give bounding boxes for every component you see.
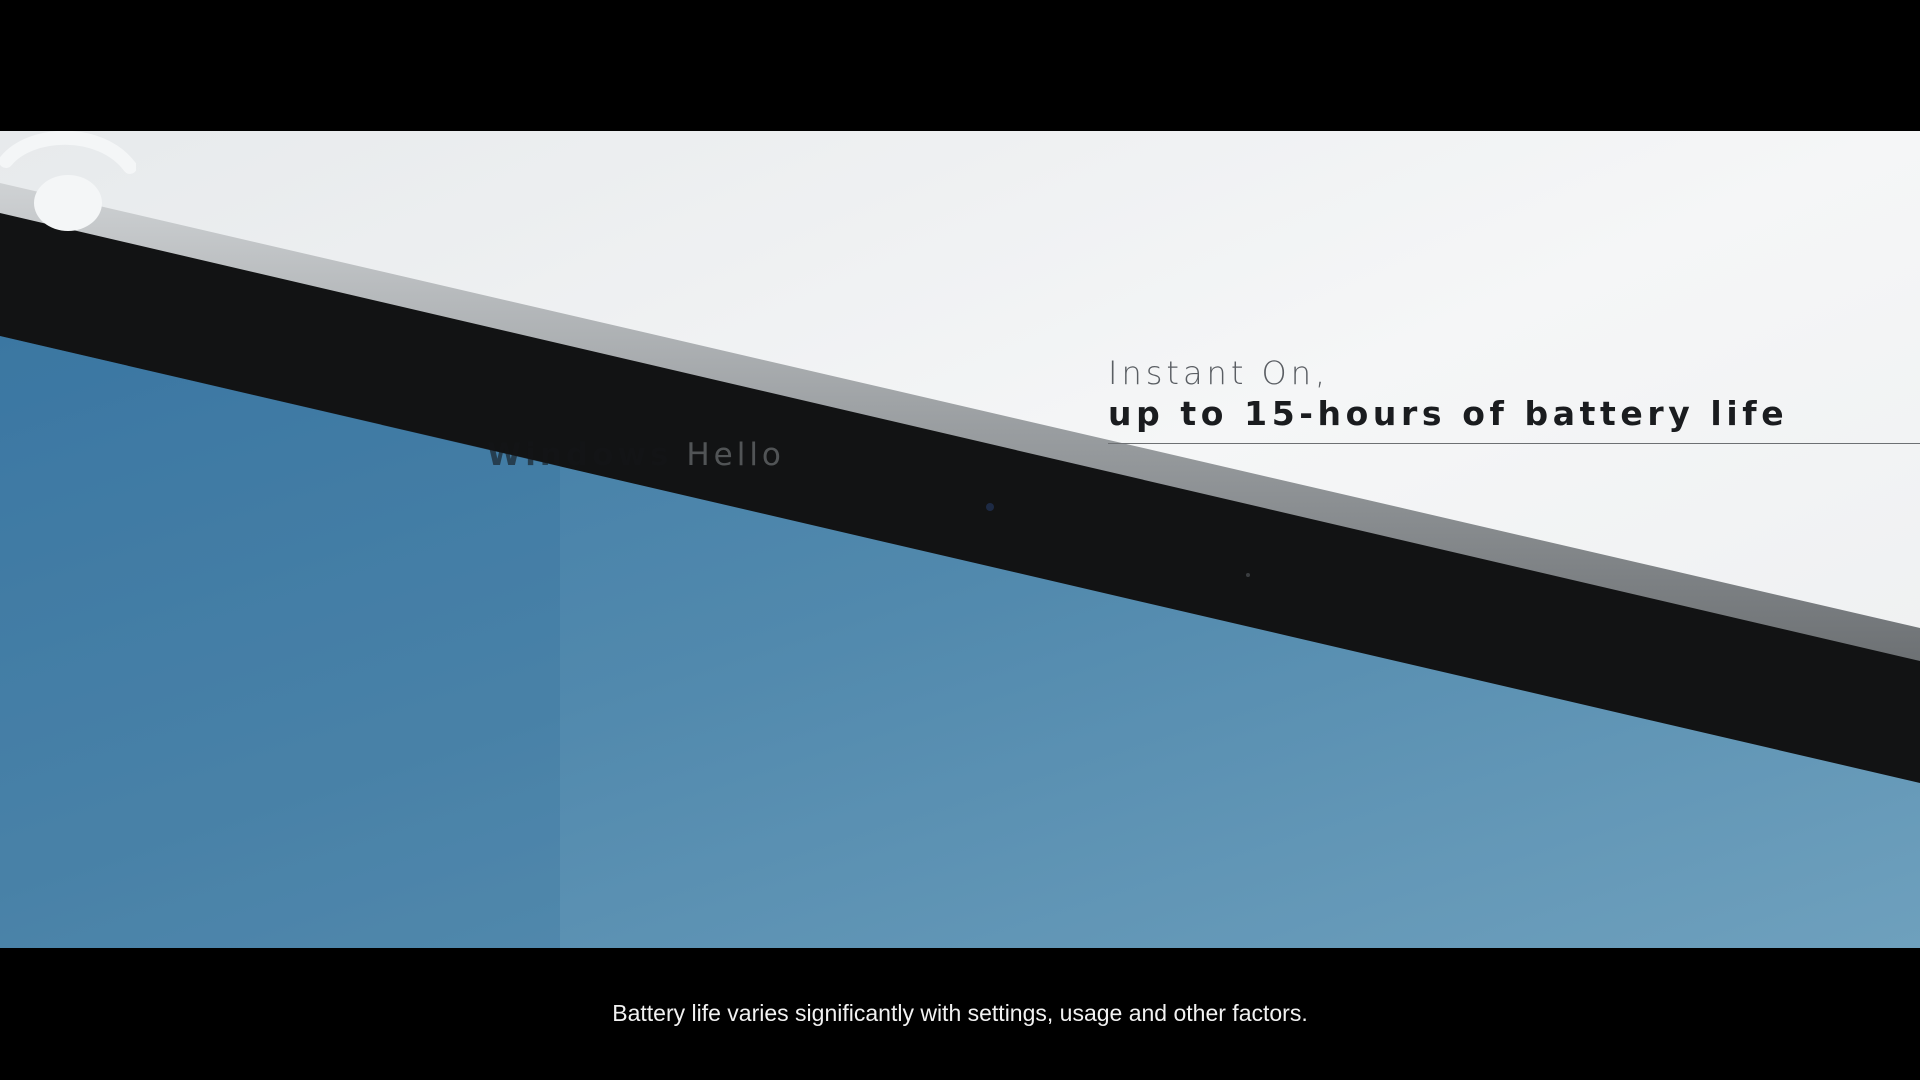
headline-line-1: Instant On, bbox=[1108, 354, 1330, 392]
letterbox-top bbox=[0, 0, 1920, 131]
windows-hello-overlay-label: Windows Hello bbox=[487, 437, 785, 473]
laptop-bezel-illustration bbox=[0, 131, 1920, 948]
video-frame: Windows Hello Instant On, up to 15-hours… bbox=[0, 0, 1920, 1080]
headline: Instant On, up to 15-hours of battery li… bbox=[1108, 353, 1788, 435]
product-scene: Windows Hello Instant On, up to 15-hours… bbox=[0, 131, 1920, 948]
headline-line-2: up to 15-hours of battery life bbox=[1108, 394, 1789, 433]
overlay-word-hello: Hello bbox=[686, 437, 785, 473]
overlay-word-windows: Windows bbox=[487, 437, 673, 473]
windows-hello-face-icon bbox=[0, 131, 136, 231]
disclaimer-caption: Battery life varies significantly with s… bbox=[612, 1000, 1308, 1026]
headline-underline bbox=[1108, 443, 1920, 444]
